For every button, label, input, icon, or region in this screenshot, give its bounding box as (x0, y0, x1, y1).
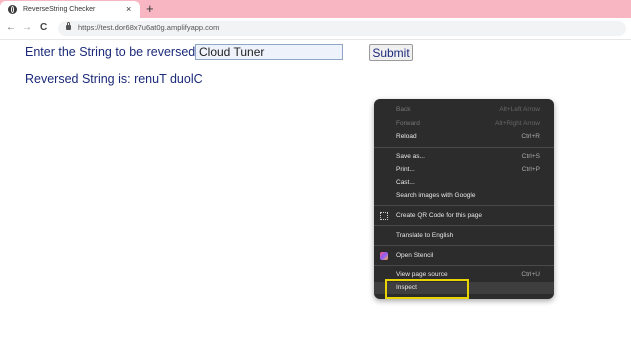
context-menu: Back Alt+Left Arrow Forward Alt+Right Ar… (374, 99, 554, 299)
menu-item-cast[interactable]: Cast... (374, 177, 554, 189)
close-icon[interactable]: × (126, 4, 131, 15)
tab-title: ReverseString Checker (23, 6, 96, 13)
reload-icon[interactable]: C (40, 22, 47, 34)
url-field[interactable]: https://test.dor68x7u6at0g.amplifyapp.co… (58, 21, 626, 36)
back-arrow-icon[interactable]: ← (6, 22, 16, 34)
submit-button[interactable]: Submit (369, 44, 413, 61)
menu-item-forward[interactable]: Forward Alt+Right Arrow (374, 118, 554, 130)
forward-arrow-icon[interactable]: → (22, 22, 32, 34)
url-text: https://test.dor68x7u6at0g.amplifyapp.co… (78, 23, 220, 32)
menu-divider (374, 147, 554, 148)
string-prompt-label: Enter the String to be reversed (25, 45, 196, 59)
menu-divider (374, 265, 554, 266)
inspect-highlight-box (385, 279, 469, 299)
menu-item-save-as[interactable]: Save as... Ctrl+S (374, 151, 554, 163)
browser-tab[interactable]: ReverseString Checker × (0, 1, 140, 18)
string-input[interactable] (195, 44, 343, 60)
stencil-icon (380, 252, 388, 260)
address-bar: ← → C https://test.dor68x7u6at0g.amplify… (0, 18, 631, 40)
menu-item-search-images[interactable]: Search images with Google (374, 190, 554, 202)
menu-divider (374, 225, 554, 226)
reversed-result-text: Reversed String is: renuT duolC (25, 72, 203, 86)
menu-item-back[interactable]: Back Alt+Left Arrow (374, 104, 554, 116)
menu-divider (374, 205, 554, 206)
menu-item-print[interactable]: Print... Ctrl+P (374, 164, 554, 176)
menu-item-reload[interactable]: Reload Ctrl+R (374, 131, 554, 143)
qr-code-icon (380, 212, 388, 220)
tab-strip: ReverseString Checker × + (0, 0, 631, 18)
globe-icon (8, 5, 17, 14)
lock-icon (66, 22, 71, 30)
plus-icon[interactable]: + (146, 2, 154, 15)
menu-item-translate[interactable]: Translate to English (374, 230, 554, 242)
menu-item-create-qr[interactable]: Create QR Code for this page (374, 210, 554, 222)
menu-divider (374, 245, 554, 246)
menu-item-open-stencil[interactable]: Open Stencil (374, 250, 554, 262)
